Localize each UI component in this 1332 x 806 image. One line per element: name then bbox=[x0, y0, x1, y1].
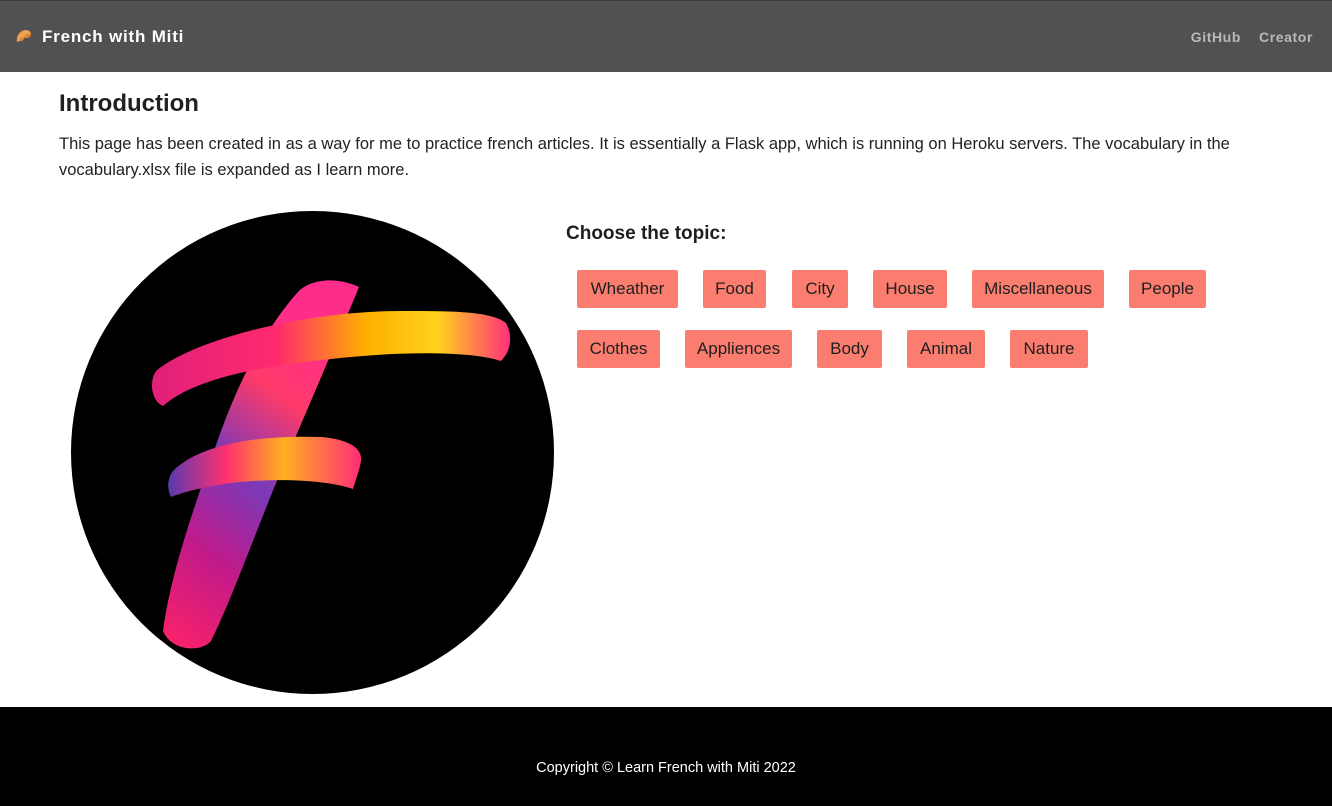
topic-heading: Choose the topic: bbox=[566, 223, 727, 244]
croissant-icon bbox=[16, 30, 31, 42]
topic-button-miscellaneous[interactable]: Miscellaneous bbox=[972, 270, 1104, 308]
topic-button-body[interactable]: Body bbox=[817, 330, 882, 368]
footer: Copyright © Learn French with Miti 2022 bbox=[0, 707, 1332, 806]
navbar: French with Miti GitHub Creator bbox=[0, 0, 1332, 72]
french-f-logo-image bbox=[71, 211, 554, 694]
topic-button-animal[interactable]: Animal bbox=[907, 330, 985, 368]
nav-link-github[interactable]: GitHub bbox=[1191, 29, 1241, 45]
topic-button-clothes[interactable]: Clothes bbox=[577, 330, 660, 368]
page-title: Introduction bbox=[59, 90, 199, 117]
brand-title: French with Miti bbox=[42, 27, 185, 46]
topic-button-food[interactable]: Food bbox=[703, 270, 766, 308]
nav-links: GitHub Creator bbox=[1173, 1, 1313, 73]
topic-button-city[interactable]: City bbox=[792, 270, 848, 308]
topic-button-people[interactable]: People bbox=[1129, 270, 1206, 308]
topic-button-wheather[interactable]: Wheather bbox=[577, 270, 678, 308]
brand[interactable]: French with Miti bbox=[14, 1, 184, 73]
topic-button-appliences[interactable]: Appliences bbox=[685, 330, 792, 368]
footer-copyright: Copyright © Learn French with Miti 2022 bbox=[536, 760, 796, 776]
nav-link-creator[interactable]: Creator bbox=[1259, 29, 1313, 45]
topic-button-nature[interactable]: Nature bbox=[1010, 330, 1088, 368]
intro-paragraph: This page has been created in as a way f… bbox=[59, 135, 1230, 179]
topic-button-house[interactable]: House bbox=[873, 270, 947, 308]
